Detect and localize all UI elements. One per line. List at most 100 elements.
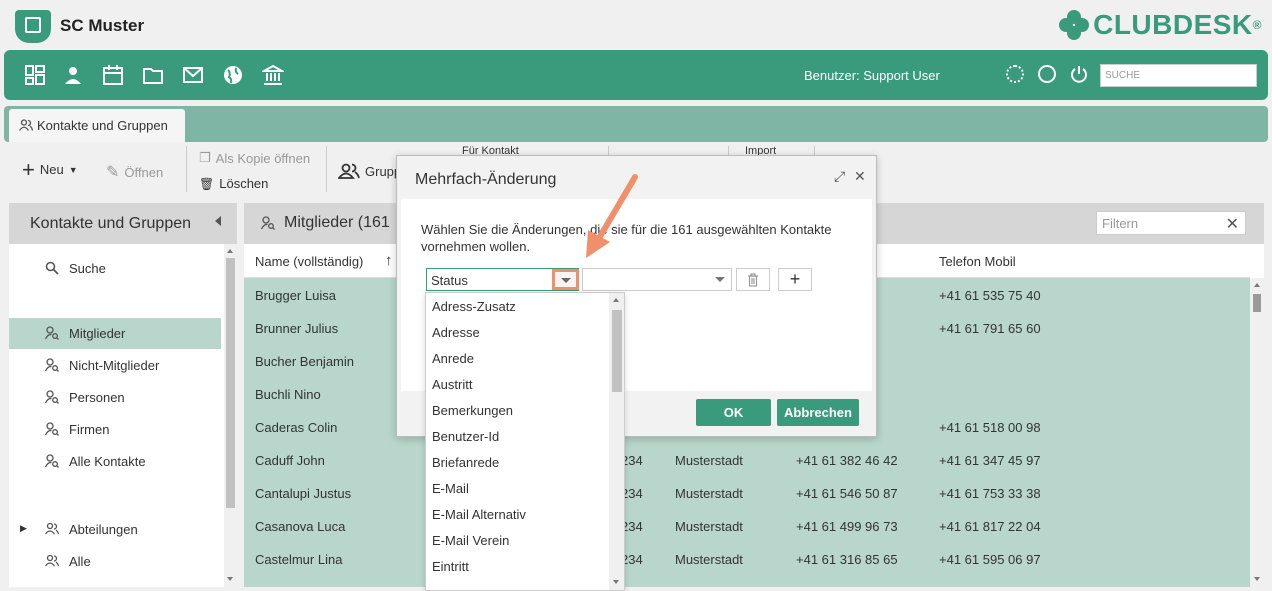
groups-button[interactable]: Grupp bbox=[338, 163, 401, 179]
cancel-button[interactable]: Abbrechen bbox=[777, 399, 859, 426]
city-cell: Musterstadt bbox=[675, 453, 743, 468]
new-button[interactable]: + Neu ▼ bbox=[22, 158, 78, 180]
tab-kontakte-und-gruppen[interactable]: Kontakte und Gruppen bbox=[9, 109, 185, 142]
sidebar-item-label: Firmen bbox=[69, 422, 110, 437]
table-row[interactable]: Caduff John 234 Musterstadt +41 61 382 46 4… bbox=[244, 443, 1250, 476]
add-row-button[interactable]: + bbox=[778, 268, 812, 291]
field-dropdown-list: Eintritt E-Mail Verein E-Mail Alternativ E-… bbox=[425, 292, 625, 591]
dropdown-option[interactable]: E-Mail bbox=[426, 475, 610, 501]
collapse-left-icon[interactable] bbox=[215, 216, 221, 226]
info-icon[interactable] bbox=[1038, 65, 1056, 83]
dashboard-icon[interactable] bbox=[24, 64, 46, 86]
power-icon[interactable] bbox=[1070, 65, 1088, 83]
people-icon bbox=[19, 119, 33, 131]
tab-label: Kontakte und Gruppen bbox=[37, 118, 168, 133]
sidebar-item-label: Alle Kontakte bbox=[69, 454, 146, 469]
user-search-icon bbox=[45, 390, 59, 404]
name-cell: Cantalupi Justus bbox=[255, 486, 352, 501]
clear-filter-icon[interactable]: ✕ bbox=[1226, 214, 1239, 234]
sidebar-item-label: Nicht-Mitglieder bbox=[69, 358, 160, 373]
global-search-input[interactable]: SUCHE bbox=[1100, 64, 1257, 87]
delete-button[interactable]: 🗑 Löschen bbox=[199, 176, 268, 191]
main-panel-title: Mitglieder (161 bbox=[284, 214, 390, 231]
sidebar-item-personen[interactable]: Personen bbox=[9, 382, 221, 413]
name-cell: Bucher Benjamin bbox=[255, 354, 354, 369]
dropdown-option[interactable]: Bemerkungen bbox=[426, 397, 610, 423]
mail-icon[interactable] bbox=[182, 64, 204, 86]
phone-cell: +41 61 316 85 65 bbox=[796, 552, 898, 567]
column-header-name[interactable]: Name (vollständig) bbox=[255, 254, 363, 269]
dropdown-option[interactable]: Austritt bbox=[426, 371, 610, 397]
toolbar-divider bbox=[326, 146, 327, 192]
dropdown-option[interactable]: E-Mail Verein bbox=[426, 527, 610, 553]
chevron-down-icon bbox=[561, 278, 571, 283]
pencil-icon: ✎ bbox=[106, 164, 120, 181]
table-row[interactable]: Casanova Luca 234 Musterstadt +41 61 499 96… bbox=[244, 509, 1250, 542]
sidebar-item-label: Mitglieder bbox=[69, 326, 126, 341]
sidebar-item-label: Suche bbox=[69, 261, 106, 276]
user-search-icon bbox=[45, 326, 59, 340]
dropdown-option[interactable]: Briefanrede bbox=[426, 449, 610, 475]
field-select-trigger[interactable] bbox=[552, 269, 579, 290]
bank-icon[interactable] bbox=[262, 64, 284, 86]
table-row[interactable]: Castelmur Lina 234 Musterstadt +41 61 316 8… bbox=[244, 542, 1250, 575]
name-cell: Caduff John bbox=[255, 453, 325, 468]
sidebar-item-nicht-mitglieder[interactable]: Nicht-Mitglieder bbox=[9, 350, 221, 381]
contacts-icon[interactable] bbox=[62, 64, 84, 86]
dropdown-option[interactable]: Benutzer-Id bbox=[426, 423, 610, 449]
dropdown-option[interactable]: Adress-Zusatz bbox=[426, 293, 610, 319]
dropdown-scrollbar[interactable] bbox=[609, 293, 624, 590]
chevron-down-icon: ▼ bbox=[68, 164, 78, 175]
sidebar-item-alle[interactable]: Alle bbox=[9, 546, 221, 577]
settings-icon[interactable] bbox=[1006, 65, 1024, 83]
delete-label: Löschen bbox=[219, 176, 269, 191]
sidebar-item-label: Personen bbox=[69, 390, 125, 405]
calendar-icon[interactable] bbox=[102, 64, 124, 86]
brand-mark: ® bbox=[1252, 18, 1262, 32]
club-logo bbox=[15, 10, 51, 43]
new-label: Neu bbox=[39, 162, 64, 177]
mobile-cell: +41 61 817 22 04 bbox=[939, 519, 1041, 534]
sort-ascending-icon[interactable]: ↑ bbox=[385, 252, 393, 269]
copy-open-button[interactable]: ❐ Als Kopie öffnen bbox=[199, 150, 310, 166]
field-select-value: Status bbox=[431, 273, 468, 288]
maximize-icon[interactable]: ⤢ bbox=[834, 168, 845, 185]
table-row[interactable]: Cantalupi Justus 234 Musterstadt +41 61 546… bbox=[244, 476, 1250, 509]
left-scrollbar[interactable] bbox=[224, 244, 237, 587]
phone-cell: +41 61 546 50 87 bbox=[796, 486, 898, 501]
user-search-icon bbox=[45, 358, 59, 372]
column-header-telefon-mobil[interactable]: Telefon Mobil bbox=[939, 254, 1016, 269]
mobile-cell: +41 61 791 65 60 bbox=[939, 321, 1041, 336]
name-cell: Buchli Nino bbox=[255, 387, 321, 402]
open-button[interactable]: ✎ Öffnen bbox=[106, 162, 163, 182]
sidebar-item-abteilungen[interactable]: ▶ Abteilungen bbox=[9, 514, 221, 545]
grid-scrollbar[interactable] bbox=[1250, 278, 1264, 587]
name-cell: Brunner Julius bbox=[255, 321, 339, 336]
name-cell: Castelmur Lina bbox=[255, 552, 343, 567]
close-icon[interactable]: ✕ bbox=[854, 168, 866, 185]
dropdown-option[interactable]: Eintritt bbox=[426, 553, 610, 579]
sidebar-item-mitglieder[interactable]: Mitglieder bbox=[9, 318, 221, 349]
mobile-cell: +41 61 347 45 97 bbox=[939, 453, 1041, 468]
sidebar-item-search[interactable]: Suche bbox=[9, 253, 221, 284]
sidebar-item-firmen[interactable]: Firmen bbox=[9, 414, 221, 445]
people-icon bbox=[45, 522, 59, 535]
filter-input[interactable]: Filtern ✕ bbox=[1096, 211, 1246, 235]
dropdown-option[interactable]: Adresse bbox=[426, 319, 610, 345]
expand-arrow-icon[interactable]: ▶ bbox=[20, 523, 27, 534]
dropdown-option[interactable]: E-Mail Alternativ bbox=[426, 501, 610, 527]
annotation-arrow bbox=[586, 174, 638, 258]
mobile-cell: +41 61 518 00 98 bbox=[939, 420, 1041, 435]
ok-button[interactable]: OK bbox=[696, 399, 771, 426]
sidebar-item-label: Abteilungen bbox=[69, 522, 138, 537]
copy-icon: ❐ bbox=[199, 150, 211, 165]
value-select[interactable] bbox=[582, 268, 732, 291]
phone-cell: +41 61 382 46 42 bbox=[796, 453, 898, 468]
folder-icon[interactable] bbox=[142, 64, 164, 86]
city-cell: Musterstadt bbox=[675, 486, 743, 501]
sidebar-item-alle-kontakte[interactable]: Alle Kontakte bbox=[9, 446, 221, 477]
mobile-cell: +41 61 535 75 40 bbox=[939, 288, 1041, 303]
globe-icon[interactable] bbox=[222, 64, 244, 86]
delete-row-button[interactable] bbox=[736, 268, 770, 291]
dropdown-option[interactable]: Anrede bbox=[426, 345, 610, 371]
